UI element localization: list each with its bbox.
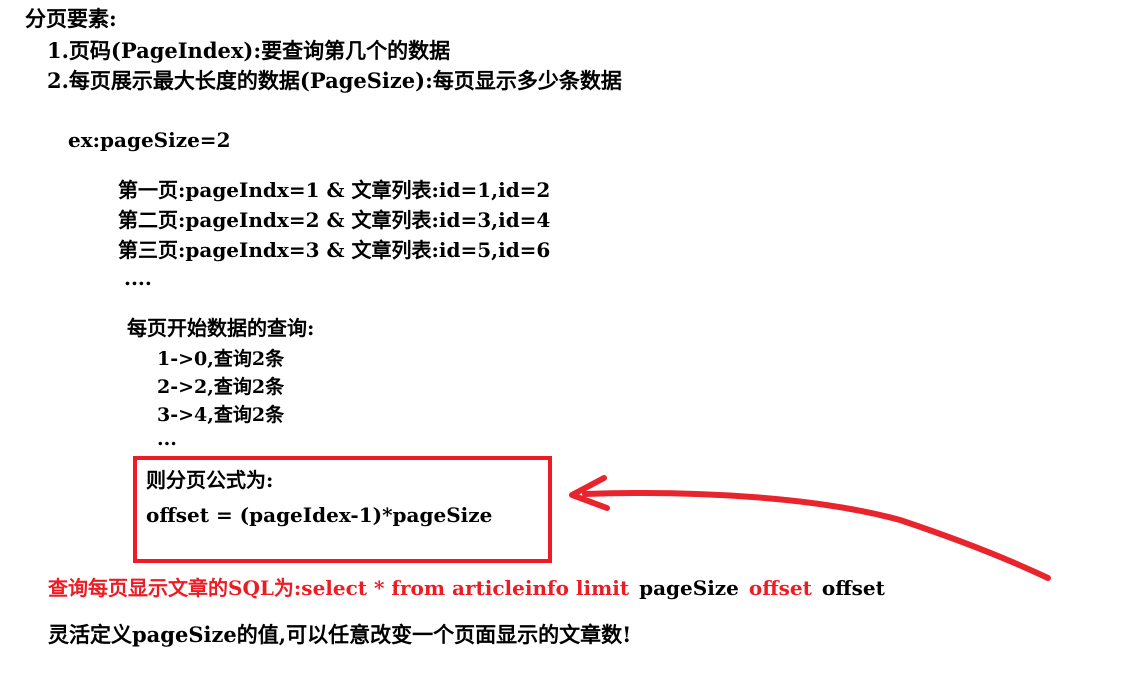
- sql-pagesize-param: pageSize: [639, 576, 739, 600]
- page-title: 分页要素:: [25, 6, 117, 31]
- closing-line: 灵活定义pageSize的值,可以任意改变一个页面显示的文章数!: [48, 622, 632, 647]
- sql-offset-value: offset: [821, 576, 885, 600]
- start-query-row-3: 3->4,查询2条: [157, 404, 285, 426]
- element-item-1: 1.页码(PageIndex):要查询第几个的数据: [47, 38, 451, 63]
- sql-line: 查询每页显示文章的SQL为:select * from articleinfo …: [48, 578, 885, 598]
- formula-expression: offset = (pageIdex-1)*pageSize: [146, 503, 493, 527]
- sql-offset-keyword: offset: [748, 576, 812, 600]
- page-example-3: 第三页:pageIndx=3 & 文章列表:id=5,id=6: [118, 238, 551, 262]
- arrow-head: [569, 475, 610, 511]
- slide-canvas: 分页要素: 1.页码(PageIndex):要查询第几个的数据 2.每页展示最大…: [0, 0, 1135, 680]
- sql-prefix: 查询每页显示文章的SQL为:select * from articleinfo …: [48, 576, 630, 600]
- arrow-shaft: [582, 490, 1051, 581]
- element-item-2: 2.每页展示最大长度的数据(PageSize):每页显示多少条数据: [47, 68, 622, 93]
- start-query-ellipsis: ...: [157, 428, 177, 450]
- start-query-row-2: 2->2,查询2条: [157, 376, 285, 398]
- formula-heading: 则分页公式为:: [146, 468, 274, 492]
- curved-arrow-pointing-left: [569, 475, 1051, 581]
- start-query-row-1: 1->0,查询2条: [157, 348, 285, 370]
- page-example-ellipsis: ....: [124, 266, 152, 290]
- example-label: ex:pageSize=2: [68, 128, 231, 152]
- page-example-2: 第二页:pageIndx=2 & 文章列表:id=3,id=4: [118, 208, 551, 232]
- page-example-1: 第一页:pageIndx=1 & 文章列表:id=1,id=2: [118, 178, 551, 202]
- start-query-heading: 每页开始数据的查询:: [127, 316, 315, 340]
